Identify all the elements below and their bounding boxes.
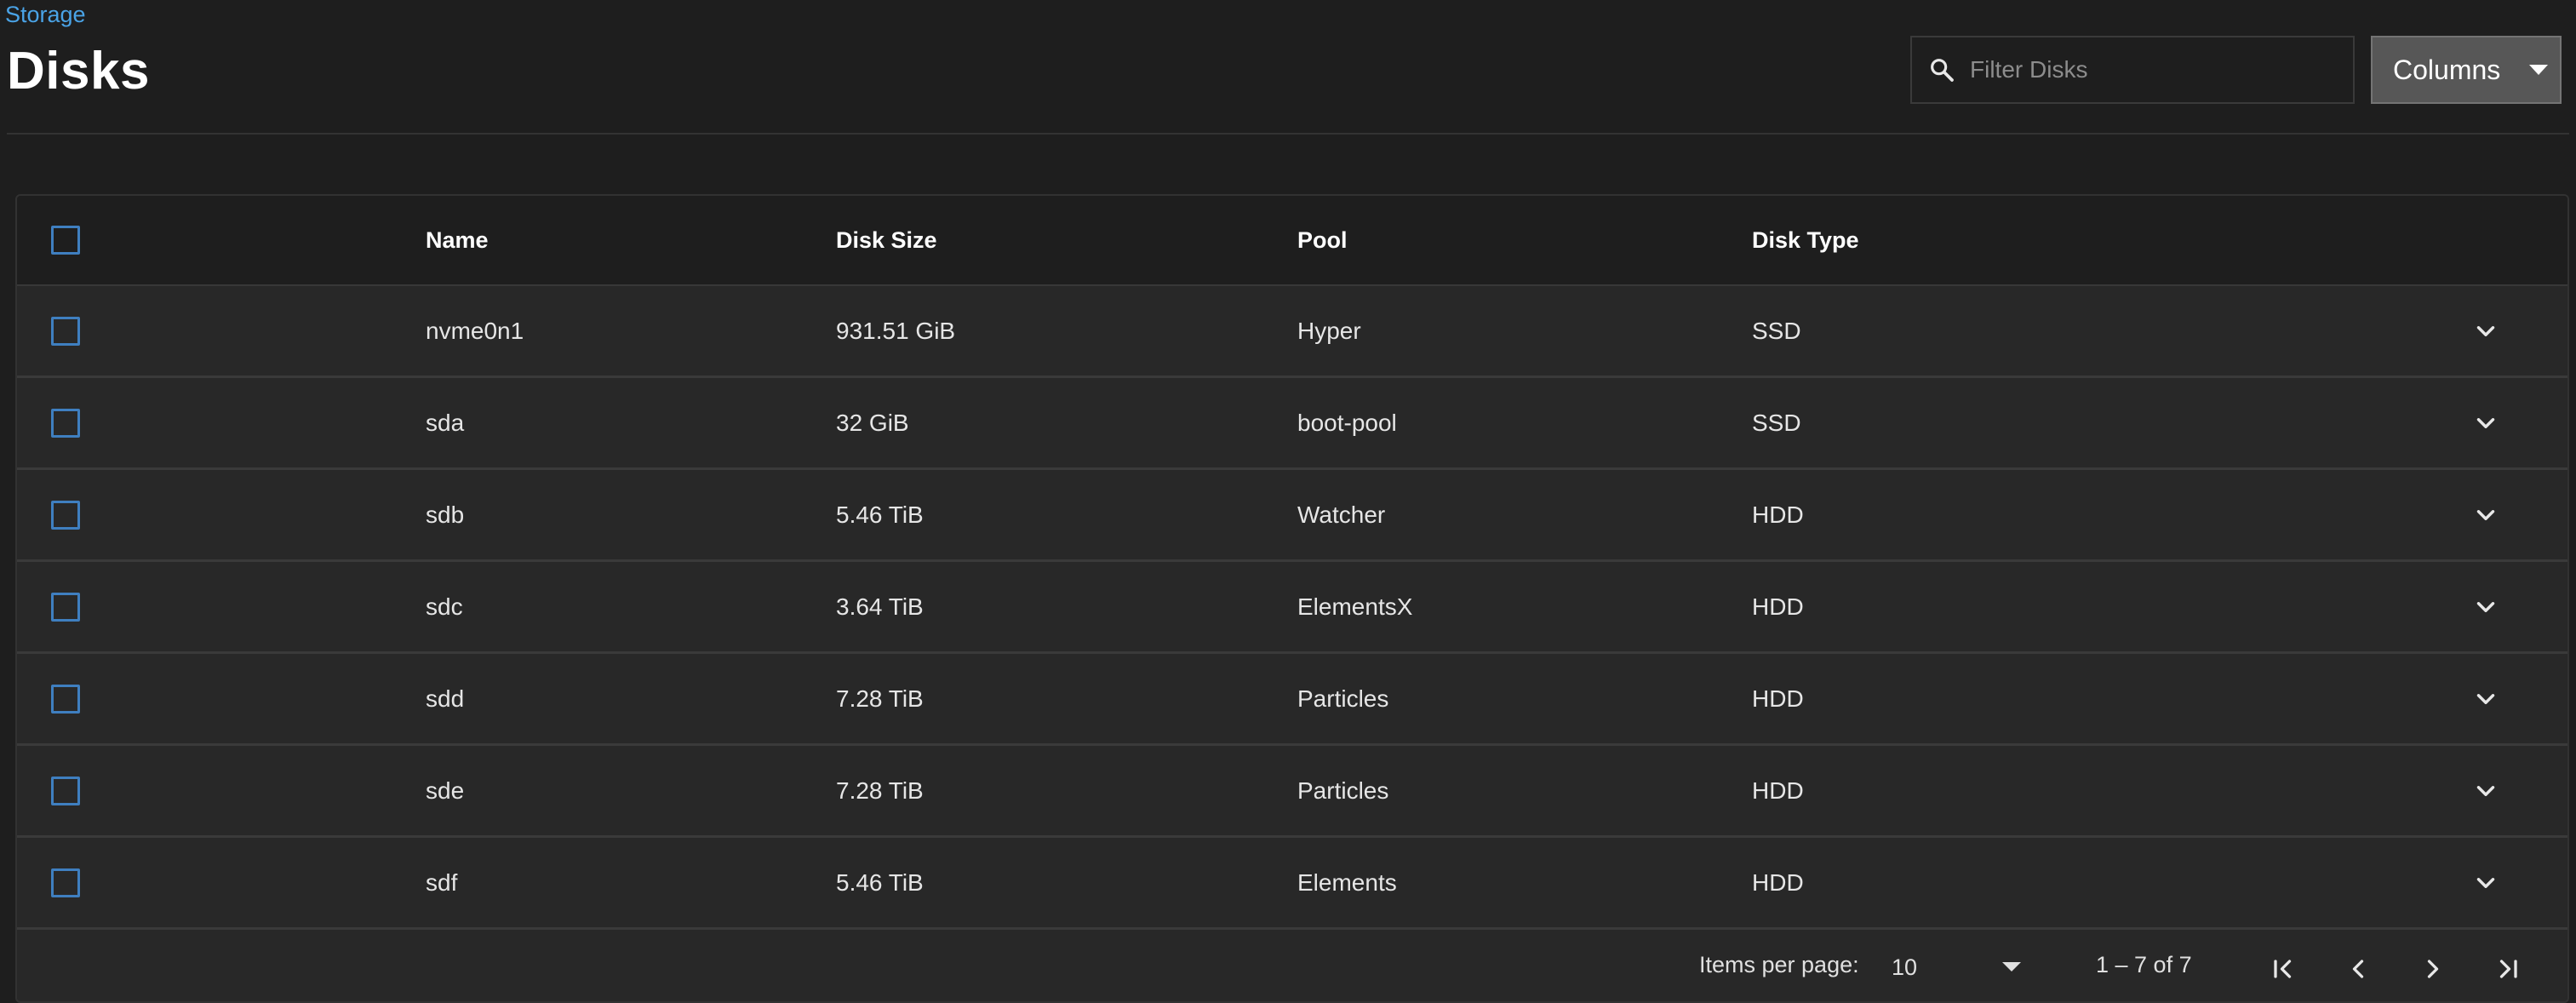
last-page-button[interactable] — [2484, 945, 2532, 993]
cell-disk-type: SSD — [1752, 317, 1801, 344]
cell-name: sdc — [426, 593, 463, 620]
cell-disk-type: HDD — [1752, 593, 1804, 620]
table-row[interactable]: sdf 5.46 TiB Elements HDD — [17, 838, 2567, 930]
cell-name: sde — [426, 777, 465, 804]
cell-pool: Particles — [1297, 685, 1389, 712]
first-page-button[interactable] — [2259, 945, 2307, 993]
previous-page-button[interactable] — [2334, 945, 2382, 993]
disks-page: Storage Disks Columns Name Disk Size Poo… — [0, 0, 2576, 1003]
cell-name: sdf — [426, 868, 458, 896]
items-per-page-value: 10 — [1892, 954, 1918, 980]
table-row[interactable]: sde 7.28 TiB Particles HDD — [17, 746, 2567, 838]
cell-disk-size: 7.28 TiB — [836, 777, 924, 804]
cell-pool: Particles — [1297, 777, 1389, 804]
cell-name: sdd — [426, 685, 465, 712]
first-page-icon — [2274, 960, 2292, 978]
chevron-down-icon — [2476, 417, 2495, 428]
cell-pool: Watcher — [1297, 501, 1386, 528]
filter-disks-input[interactable] — [1970, 37, 2353, 102]
header-divider — [7, 133, 2569, 135]
chevron-right-icon — [2427, 960, 2439, 978]
select-all-checkbox[interactable] — [51, 226, 80, 255]
cell-disk-size: 5.46 TiB — [836, 501, 924, 528]
row-checkbox[interactable] — [51, 868, 80, 897]
cell-disk-type: SSD — [1752, 409, 1801, 436]
row-checkbox[interactable] — [51, 500, 80, 530]
items-per-page-select[interactable]: 10 — [1886, 945, 2028, 989]
expand-row-button[interactable] — [2469, 866, 2503, 900]
cell-disk-type: HDD — [1752, 685, 1804, 712]
chevron-left-icon — [2352, 960, 2364, 978]
cell-disk-size: 7.28 TiB — [836, 685, 924, 712]
table-row[interactable]: sdc 3.64 TiB ElementsX HDD — [17, 562, 2567, 654]
cell-disk-size: 5.46 TiB — [836, 868, 924, 896]
cell-disk-size: 931.51 GiB — [836, 317, 956, 344]
column-header-disk-type[interactable]: Disk Type — [1752, 196, 1859, 284]
expand-row-button[interactable] — [2469, 682, 2503, 716]
table-header-row: Name Disk Size Pool Disk Type — [17, 196, 2567, 286]
column-header-pool[interactable]: Pool — [1297, 196, 1348, 284]
column-header-name[interactable]: Name — [426, 196, 489, 284]
caret-down-icon — [2529, 65, 2549, 75]
chevron-down-icon — [2476, 509, 2495, 520]
cell-name: sda — [426, 409, 465, 436]
expand-row-button[interactable] — [2469, 774, 2503, 808]
items-per-page-label: Items per page: — [1699, 952, 1859, 977]
chevron-down-icon — [2476, 693, 2495, 704]
expand-row-button[interactable] — [2469, 498, 2503, 532]
cell-disk-type: HDD — [1752, 868, 1804, 896]
cell-pool: ElementsX — [1297, 593, 1413, 620]
expand-row-button[interactable] — [2469, 590, 2503, 624]
disks-table: Name Disk Size Pool Disk Type nvme0n1 931… — [15, 194, 2569, 1003]
row-checkbox[interactable] — [51, 408, 80, 438]
cell-pool: boot-pool — [1297, 409, 1397, 436]
cell-name: sdb — [426, 501, 465, 528]
row-checkbox[interactable] — [51, 592, 80, 622]
columns-button[interactable]: Columns — [2371, 36, 2562, 104]
chevron-down-icon — [2476, 877, 2495, 888]
chevron-down-icon — [2476, 601, 2495, 612]
last-page-icon — [2499, 960, 2517, 978]
cell-disk-type: HDD — [1752, 501, 1804, 528]
cell-disk-size: 32 GiB — [836, 409, 909, 436]
page-title: Disks — [7, 42, 150, 100]
table-row[interactable]: sda 32 GiB boot-pool SSD — [17, 378, 2567, 470]
row-checkbox[interactable] — [51, 776, 80, 805]
cell-pool: Elements — [1297, 868, 1397, 896]
chevron-down-icon — [2476, 325, 2495, 336]
expand-row-button[interactable] — [2469, 314, 2503, 348]
breadcrumb-storage[interactable]: Storage — [5, 0, 86, 29]
next-page-button[interactable] — [2409, 945, 2457, 993]
search-icon — [1927, 55, 1956, 84]
page-range-label: 1 – 7 of 7 — [2096, 952, 2192, 977]
cell-disk-type: HDD — [1752, 777, 1804, 804]
row-checkbox[interactable] — [51, 684, 80, 714]
cell-disk-size: 3.64 TiB — [836, 593, 924, 620]
cell-name: nvme0n1 — [426, 317, 524, 344]
filter-disks-field[interactable] — [1910, 36, 2355, 104]
table-row[interactable]: sdb 5.46 TiB Watcher HDD — [17, 470, 2567, 562]
expand-row-button[interactable] — [2469, 406, 2503, 440]
chevron-down-icon — [2476, 785, 2495, 796]
caret-down-icon — [2002, 962, 2021, 971]
row-checkbox[interactable] — [51, 316, 80, 346]
column-header-disk-size[interactable]: Disk Size — [836, 196, 937, 284]
paginator: Items per page: 10 1 – 7 of 7 — [17, 933, 2567, 1001]
table-row[interactable]: sdd 7.28 TiB Particles HDD — [17, 654, 2567, 746]
columns-button-label: Columns — [2393, 54, 2501, 85]
table-row[interactable]: nvme0n1 931.51 GiB Hyper SSD — [17, 286, 2567, 378]
cell-pool: Hyper — [1297, 317, 1361, 344]
